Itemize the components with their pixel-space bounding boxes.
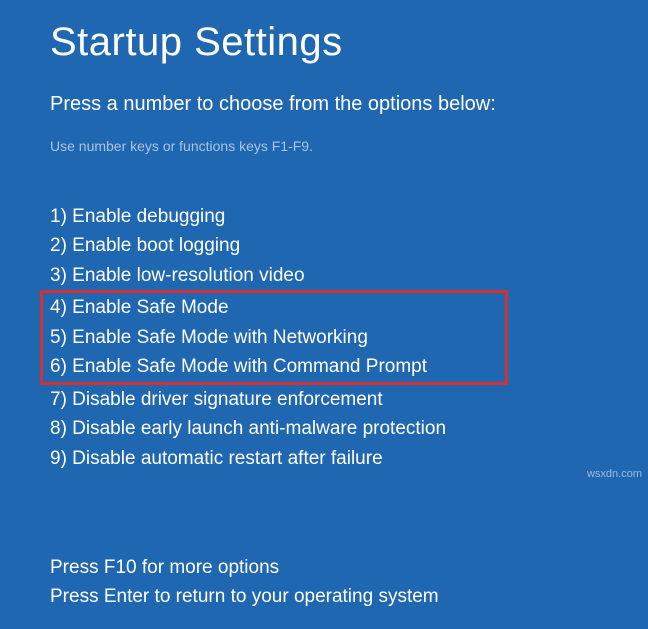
- option-1[interactable]: 1) Enable debugging: [50, 202, 598, 231]
- option-2[interactable]: 2) Enable boot logging: [50, 231, 598, 260]
- subtitle: Press a number to choose from the option…: [50, 93, 598, 116]
- options-list: 1) Enable debugging 2) Enable boot loggi…: [50, 202, 598, 473]
- option-3[interactable]: 3) Enable low-resolution video: [50, 261, 598, 290]
- option-6[interactable]: 6) Enable Safe Mode with Command Prompt: [50, 352, 505, 381]
- option-7[interactable]: 7) Disable driver signature enforcement: [50, 385, 598, 414]
- watermark: wsxdn.com: [587, 468, 642, 480]
- more-options-hint: Press F10 for more options: [50, 553, 598, 582]
- option-9[interactable]: 9) Disable automatic restart after failu…: [50, 444, 598, 473]
- highlight-box: 4) Enable Safe Mode 5) Enable Safe Mode …: [40, 290, 508, 384]
- page-title: Startup Settings: [50, 20, 598, 65]
- option-5[interactable]: 5) Enable Safe Mode with Networking: [50, 323, 505, 352]
- footer: Press F10 for more options Press Enter t…: [50, 553, 598, 612]
- key-hint: Use number keys or functions keys F1-F9.: [50, 138, 598, 154]
- option-8[interactable]: 8) Disable early launch anti-malware pro…: [50, 414, 598, 443]
- return-hint: Press Enter to return to your operating …: [50, 582, 598, 611]
- option-4[interactable]: 4) Enable Safe Mode: [50, 293, 505, 322]
